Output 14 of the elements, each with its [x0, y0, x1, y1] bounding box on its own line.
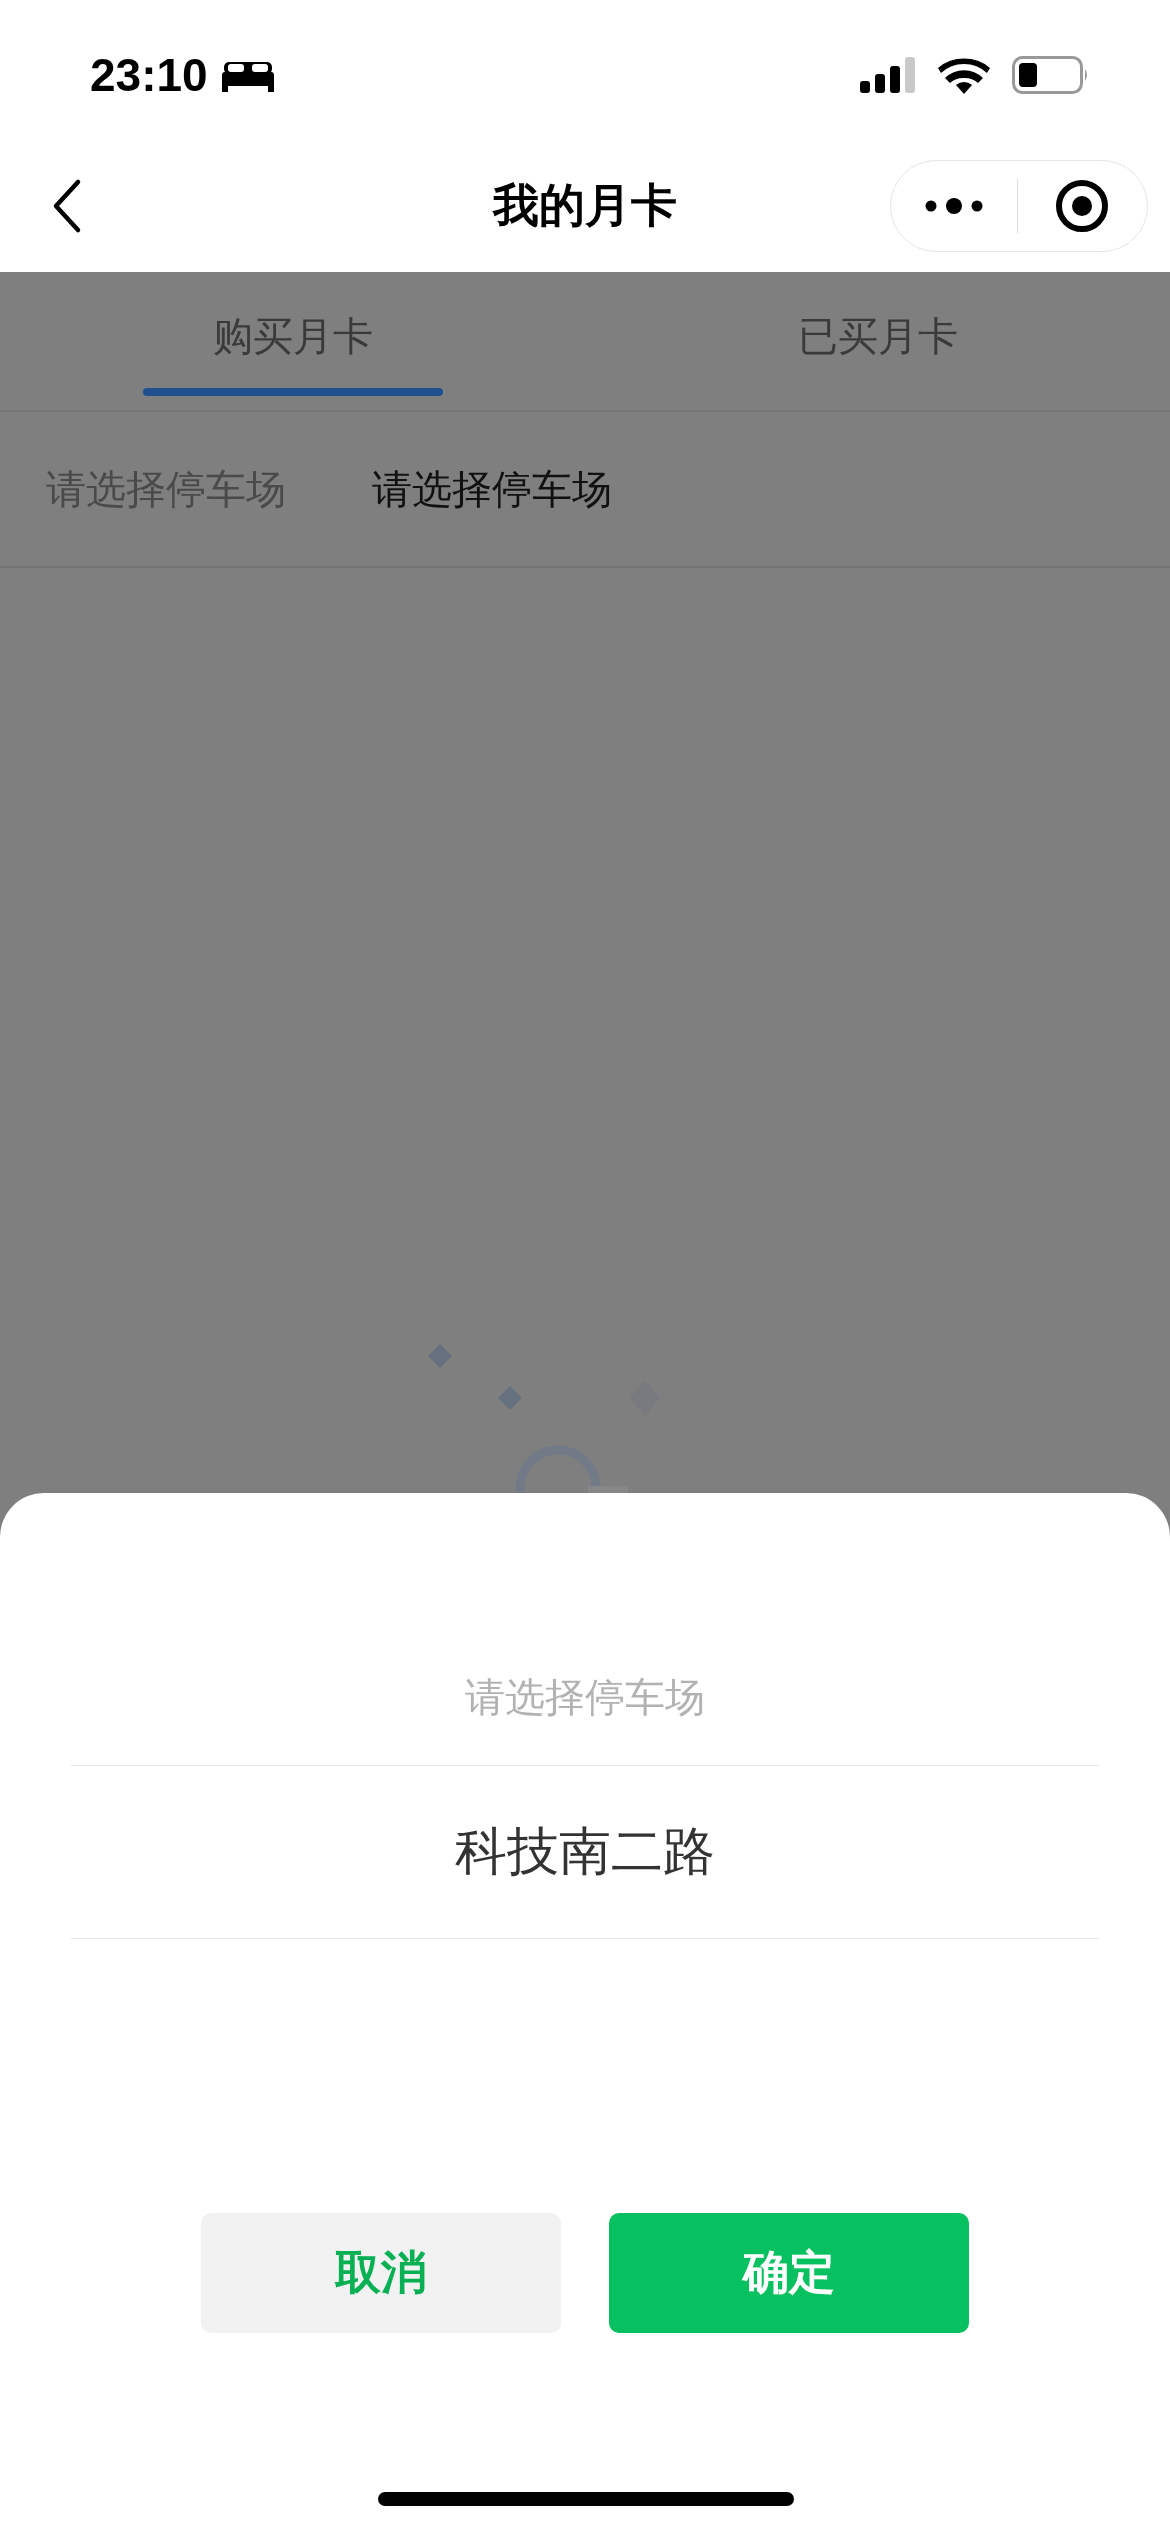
status-time: 23:10 — [90, 48, 208, 102]
picker-option[interactable]: 科技南二路 — [71, 1766, 1099, 1938]
parking-lot-selector[interactable]: 请选择停车场 — [372, 461, 612, 517]
cancel-button[interactable]: 取消 — [201, 2213, 561, 2333]
page-title: 我的月卡 — [493, 177, 677, 234]
tab[interactable]: 购买月卡 — [0, 272, 585, 410]
record-icon — [1055, 179, 1110, 233]
picker-title: 请选择停车场 — [465, 1673, 705, 1722]
tab[interactable]: 已买月卡 — [585, 272, 1170, 410]
more-icon — [924, 198, 983, 214]
battery-icon — [1012, 56, 1090, 94]
confirm-button[interactable]: 确定 — [609, 2213, 969, 2333]
signal-icon — [860, 57, 916, 93]
wifi-icon — [938, 56, 990, 94]
